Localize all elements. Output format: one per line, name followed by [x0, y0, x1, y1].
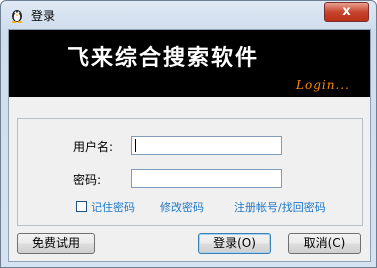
- banner: 飞来综合搜索软件 Login...: [9, 30, 370, 97]
- change-password-link[interactable]: 修改密码: [160, 199, 204, 215]
- penguin-icon: [9, 7, 25, 23]
- remember-password-label[interactable]: 记住密码: [91, 199, 135, 215]
- username-label: 用户名:: [73, 140, 114, 154]
- register-recover-link[interactable]: 注册帐号/找回密码: [234, 199, 326, 215]
- remember-password-checkbox[interactable]: [76, 201, 87, 212]
- text-caret: [135, 139, 136, 152]
- free-trial-button[interactable]: 免费试用: [17, 233, 95, 254]
- title-bar[interactable]: 登录 x: [1, 1, 376, 29]
- banner-title: 飞来综合搜索软件: [67, 45, 260, 71]
- close-button[interactable]: x: [324, 2, 369, 22]
- banner-subtitle: Login...: [296, 78, 350, 92]
- cancel-button[interactable]: 取消(C): [288, 233, 361, 254]
- password-label: 密码:: [73, 173, 102, 187]
- window-title: 登录: [31, 9, 56, 23]
- dialog-content: 飞来综合搜索软件 Login... 用户名: 密码: 记住密码 修改密码 注册帐…: [8, 29, 371, 262]
- login-window: 登录 x 飞来综合搜索软件 Login... 用户名: 密码: 记住密码 修改密…: [0, 0, 377, 268]
- login-button[interactable]: 登录(O): [198, 233, 271, 254]
- username-input[interactable]: [131, 136, 282, 155]
- close-icon: x: [342, 4, 351, 19]
- password-input[interactable]: [131, 169, 282, 188]
- login-form-group: 用户名: 密码: 记住密码 修改密码 注册帐号/找回密码: [17, 118, 363, 226]
